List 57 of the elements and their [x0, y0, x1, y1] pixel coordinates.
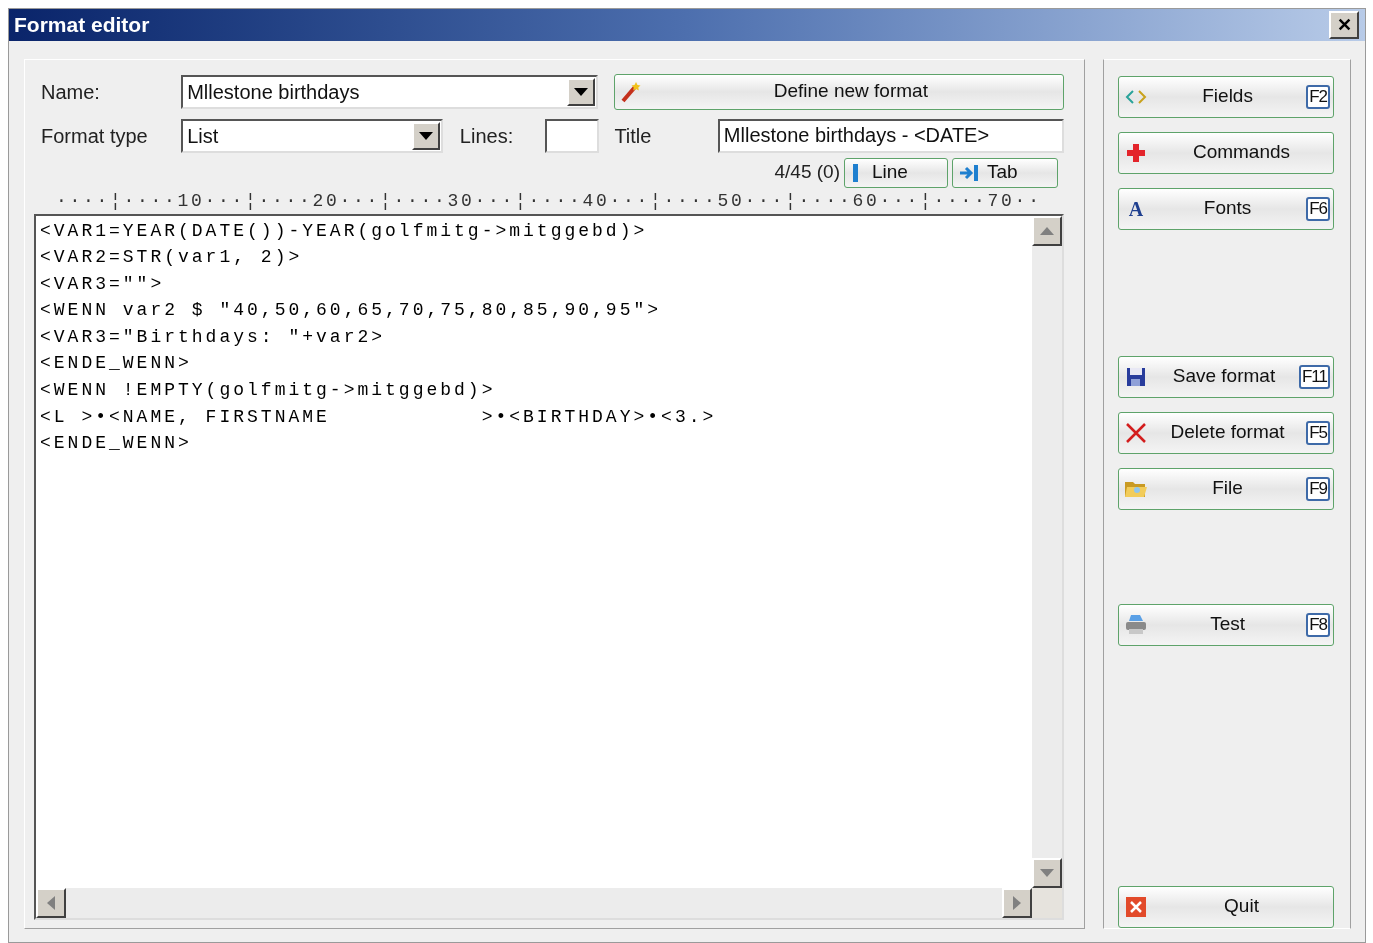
code-line: <WENN !EMPTY(golfmitg->mitggebd)> — [40, 379, 496, 403]
plus-icon — [1126, 142, 1146, 163]
scroll-left-button[interactable] — [36, 887, 66, 918]
printer-icon — [1124, 613, 1148, 636]
action-button[interactable]: A Fonts F6 — [1118, 187, 1334, 230]
lines-label: Lines: — [459, 123, 515, 149]
line-button[interactable]: Line — [844, 157, 948, 188]
code-line: <VAR3="Birthdays: "+var2> — [40, 325, 386, 349]
action-button[interactable]: Fields F2 — [1118, 75, 1334, 118]
title-input-field[interactable]: Mllestone birthdays - <DATE> — [717, 118, 1064, 153]
quit-button[interactable]: Quit — [1118, 885, 1334, 928]
cursor-bar-icon — [853, 163, 858, 182]
code-line: <WENN var2 $ "40,50,60,65,70,75,80,85,90,95"> — [40, 299, 662, 323]
shortcut-key-label: F11 — [1298, 364, 1330, 389]
name-label: Name: — [40, 79, 101, 105]
code-line: <VAR3=""> — [40, 272, 165, 296]
horizontal-scrollbar[interactable] — [36, 887, 1032, 918]
close-icon — [1126, 896, 1146, 917]
lines-input-field[interactable] — [545, 118, 600, 153]
window-title: Format editor — [14, 12, 150, 38]
vertical-scrollbar[interactable] — [1032, 215, 1062, 888]
scroll-right-button[interactable] — [1002, 887, 1032, 918]
shortcut-key-label: F2 — [1306, 84, 1330, 109]
action-button[interactable]: Delete format F5 — [1118, 411, 1334, 454]
left-arrow-icon — [47, 895, 55, 910]
close-button[interactable]: ✕ — [1329, 10, 1359, 39]
define-new-format-button[interactable]: Define new format — [613, 73, 1064, 110]
letter-a-icon: A — [1128, 198, 1144, 219]
down-arrow-icon — [1040, 868, 1054, 877]
scrollbar-corner — [1032, 887, 1062, 918]
action-button[interactable]: Commands — [1118, 131, 1334, 174]
shortcut-key-label: F6 — [1306, 196, 1330, 221]
format-type-combo-box[interactable]: List — [181, 118, 443, 153]
code-line: <L >•<NAME, FIRSTNAME >•<BIRTHDAY>•<3.> — [40, 405, 717, 429]
action-button[interactable]: Test F8 — [1118, 603, 1334, 646]
code-line: <VAR2=STR(var1, 2)> — [40, 246, 303, 270]
shortcut-key-label: F9 — [1306, 476, 1330, 501]
code-line: <ENDE_WENN> — [40, 352, 192, 376]
tab-arrow-icon — [959, 163, 979, 182]
title-label: Title — [614, 123, 653, 149]
scroll-up-button[interactable] — [1032, 215, 1062, 246]
shortcut-key-label: F5 — [1306, 420, 1330, 445]
ruler: ····¦····10···¦····20···¦····30···¦····40···¦····50···¦····60···¦····70·· — [55, 189, 1042, 213]
shortcut-key-label: F8 — [1306, 612, 1330, 637]
action-button[interactable]: File F9 — [1118, 467, 1334, 510]
tab-button[interactable]: Tab — [952, 157, 1058, 188]
action-button[interactable]: Save format F11 — [1118, 355, 1334, 398]
name-combo-box[interactable]: Mllestone birthdays — [181, 74, 598, 109]
format-type-label: Format type — [40, 123, 149, 149]
position-counter: 4/45 (0) — [774, 160, 840, 185]
right-arrow-icon — [1013, 895, 1021, 910]
angle-brackets-icon — [1125, 88, 1147, 105]
code-line: <ENDE_WENN> — [40, 432, 192, 456]
cross-icon — [1125, 421, 1147, 444]
code-line: <VAR1=YEAR(DATE())-YEAR(golfmitg->mitggebd)> — [40, 219, 648, 243]
scroll-down-button[interactable] — [1032, 857, 1062, 888]
up-arrow-icon — [1040, 226, 1054, 235]
